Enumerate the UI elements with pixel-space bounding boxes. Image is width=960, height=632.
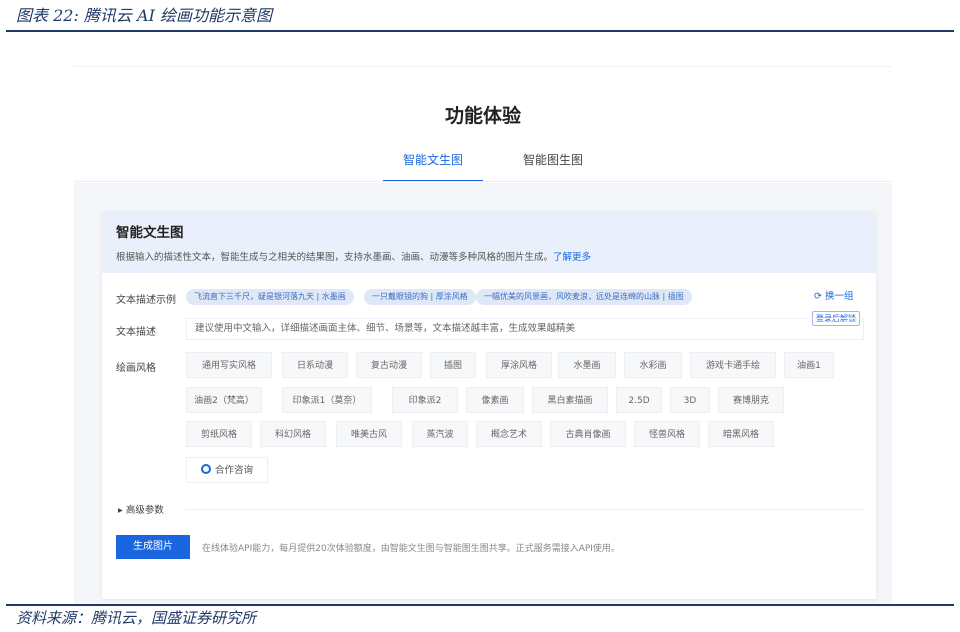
tabs-divider xyxy=(74,181,892,182)
style-option[interactable]: 印象派1（莫奈） xyxy=(282,387,372,413)
style-option[interactable]: 复古动漫 xyxy=(356,352,422,378)
style-option[interactable]: 概念艺术 xyxy=(476,421,542,447)
headset-icon xyxy=(200,464,211,474)
example-chip[interactable]: 一幅优美的风景画，风吹麦浪，远处是连绵的山脉 | 插图 xyxy=(476,289,692,305)
style-option[interactable]: 怪兽风格 xyxy=(634,421,700,447)
consult-label: 合作咨询 xyxy=(214,465,253,476)
text-input-label: 文本描述 xyxy=(116,327,156,338)
text-to-image-card: 智能文生图 根据输入的描述性文本，智能生成与之相关的结果图，支持水墨画、油画、动… xyxy=(102,211,876,599)
style-option[interactable]: 蒸汽波 xyxy=(412,421,468,447)
advanced-params-label: 高级参数 xyxy=(125,505,164,516)
caret-right-icon: ▸ xyxy=(118,505,123,516)
style-option[interactable]: 通用写实风格 xyxy=(186,352,272,378)
refresh-label: 换一组 xyxy=(825,291,854,302)
learn-more-link[interactable]: 了解更多 xyxy=(553,252,591,263)
card-header: 智能文生图 根据输入的描述性文本，智能生成与之相关的结果图，支持水墨画、油画、动… xyxy=(102,211,876,273)
style-option[interactable]: 古典肖像画 xyxy=(550,421,626,447)
example-chip[interactable]: 一只戴眼镜的狗 | 厚涂风格 xyxy=(364,289,476,305)
mode-tabs: 智能文生图 智能图生图 xyxy=(74,151,892,182)
example-chip[interactable]: 飞流直下三千尺，疑是银河落九天 | 水墨画 xyxy=(186,289,354,305)
style-option[interactable]: 插图 xyxy=(430,352,476,378)
styles-label: 绘画风格 xyxy=(116,363,156,374)
style-option[interactable]: 黑白素描画 xyxy=(532,387,608,413)
style-option[interactable]: 3D xyxy=(670,387,710,413)
style-option[interactable]: 唯美古风 xyxy=(336,421,402,447)
style-option[interactable]: 水墨画 xyxy=(558,352,616,378)
figure-source: 资料来源：腾讯云，国盛证券研究所 xyxy=(16,609,257,627)
screenshot-frame: 功能体验 智能文生图 智能图生图 智能文生图 根据输入的描述性文本，智能生成与之… xyxy=(74,66,892,605)
card-title: 智能文生图 xyxy=(116,225,184,241)
style-option[interactable]: 暗黑风格 xyxy=(708,421,774,447)
figure-caption: 图表 22: 腾讯云 AI 绘画功能示意图 xyxy=(16,6,272,25)
refresh-examples-button[interactable]: ⟳ 换一组 xyxy=(814,288,854,302)
style-option[interactable]: 像素画 xyxy=(466,387,524,413)
style-option[interactable]: 印象派2 xyxy=(392,387,458,413)
tab-image-to-image[interactable]: 智能图生图 xyxy=(523,151,583,182)
style-option[interactable]: 2.5D xyxy=(616,387,662,413)
style-option[interactable]: 厚涂风格 xyxy=(486,352,552,378)
refresh-icon: ⟳ xyxy=(814,291,822,302)
style-option[interactable]: 游戏卡通手绘 xyxy=(690,352,776,378)
page-title: 功能体验 xyxy=(444,105,521,127)
top-divider xyxy=(6,30,954,32)
advanced-divider xyxy=(186,509,864,510)
style-option[interactable]: 赛博朋克 xyxy=(718,387,784,413)
style-option[interactable]: 科幻风格 xyxy=(260,421,326,447)
style-option[interactable]: 水彩画 xyxy=(624,352,682,378)
generate-button[interactable]: 生成图片 xyxy=(116,535,190,559)
style-option[interactable]: 日系动漫 xyxy=(282,352,348,378)
bottom-divider xyxy=(6,604,954,606)
tab-text-to-image[interactable]: 智能文生图 xyxy=(382,151,483,182)
usage-note: 在线体验API能力，每月提供20次体验额度，由智能文生图与智能图生图共享。正式服… xyxy=(202,544,620,554)
consult-button[interactable]: 合作咨询 xyxy=(186,457,268,483)
examples-label: 文本描述示例 xyxy=(116,295,176,306)
style-option[interactable]: 油画2（梵高） xyxy=(186,387,262,413)
card-description: 根据输入的描述性文本，智能生成与之相关的结果图，支持水墨画、油画、动漫等多种风格… xyxy=(116,249,862,263)
style-option[interactable]: 剪纸风格 xyxy=(186,421,252,447)
advanced-params-toggle[interactable]: ▸ 高级参数 xyxy=(118,502,164,516)
card-description-text: 根据输入的描述性文本，智能生成与之相关的结果图，支持水墨画、油画、动漫等多种风格… xyxy=(116,252,554,263)
style-option[interactable]: 油画1 xyxy=(784,352,834,378)
prompt-input[interactable]: 建议使用中文输入，详细描述画面主体、细节、场景等，文本描述越丰富，生成效果越精美 xyxy=(186,318,864,340)
